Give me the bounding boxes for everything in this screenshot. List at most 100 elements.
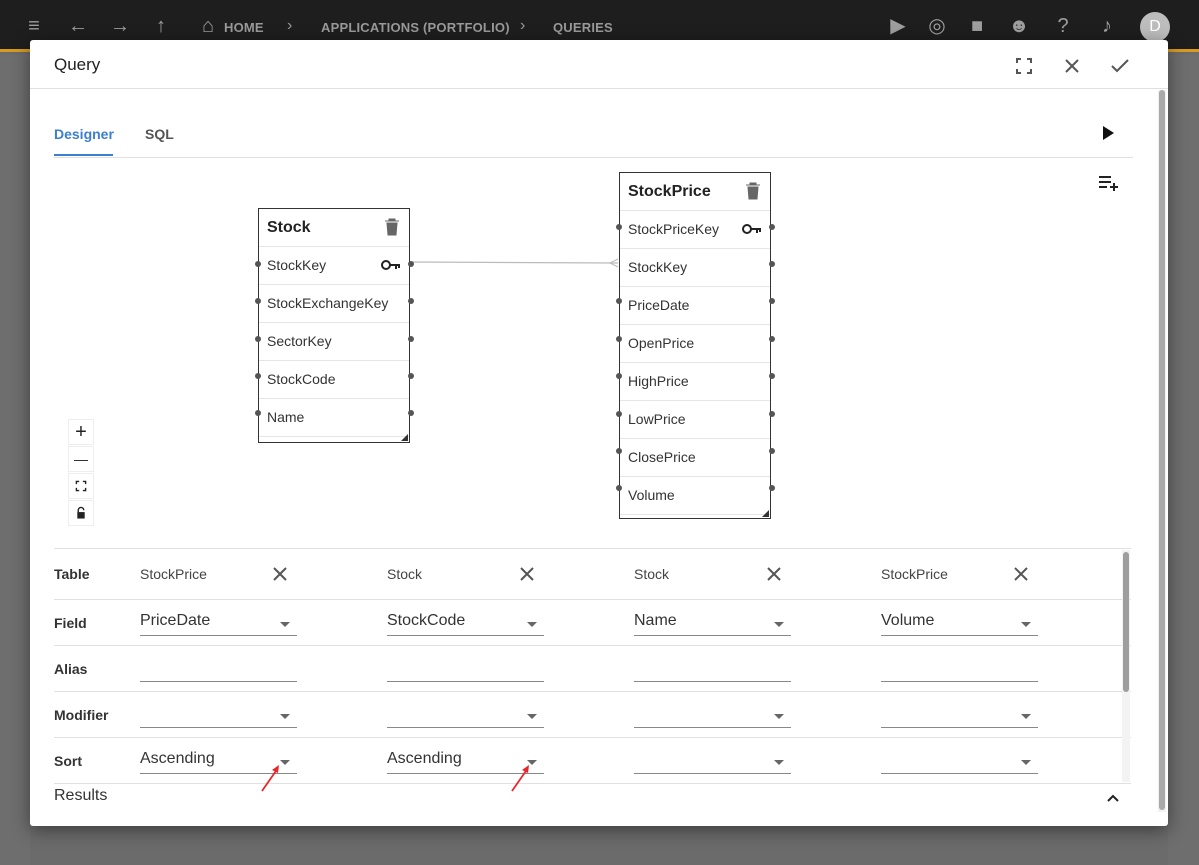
tab-sql[interactable]: SQL <box>145 126 174 142</box>
table-field[interactable]: ClosePrice <box>620 439 770 477</box>
field-name: StockKey <box>628 259 688 275</box>
connector-dot[interactable] <box>255 261 261 267</box>
remove-column-icon[interactable] <box>1012 565 1030 583</box>
table-field[interactable]: StockKey <box>259 247 409 285</box>
connector-dot[interactable] <box>769 448 775 454</box>
row-label-sort: Sort <box>54 753 82 769</box>
back-arrow-icon[interactable]: ← <box>66 14 90 38</box>
grid-scrollbar[interactable] <box>1122 550 1130 782</box>
connector-dot[interactable] <box>769 298 775 304</box>
dialog-scrollbar-thumb[interactable] <box>1159 90 1165 810</box>
sort-select[interactable] <box>881 746 1038 774</box>
remove-column-icon[interactable] <box>518 565 536 583</box>
breadcrumb-applications[interactable]: APPLICATIONS (PORTFOLIO) <box>321 20 510 35</box>
add-table-icon[interactable] <box>1098 174 1120 192</box>
connector-dot[interactable] <box>616 448 622 454</box>
avatar[interactable]: D <box>1140 12 1170 42</box>
alias-input[interactable] <box>387 654 544 682</box>
resize-handle[interactable] <box>401 434 408 441</box>
connector-dot[interactable] <box>769 336 775 342</box>
zoom-in-button[interactable]: + <box>68 419 94 445</box>
table-field[interactable]: Name <box>259 399 409 437</box>
lock-icon[interactable] <box>68 500 94 526</box>
table-field[interactable]: OpenPrice <box>620 325 770 363</box>
connector-dot[interactable] <box>616 224 622 230</box>
assistant-icon[interactable]: ☻ <box>1007 14 1031 38</box>
connector-dot[interactable] <box>769 261 775 267</box>
connector-dot[interactable] <box>255 336 261 342</box>
modifier-select[interactable] <box>140 700 297 728</box>
connector-dot[interactable] <box>408 261 414 267</box>
alias-input[interactable] <box>140 654 297 682</box>
table-field[interactable]: Volume <box>620 477 770 515</box>
connector-dot[interactable] <box>769 485 775 491</box>
field-select[interactable]: Name <box>634 608 791 636</box>
table-node-stockprice[interactable]: StockPrice StockPriceKey StockKey PriceD… <box>619 172 771 519</box>
connector-dot[interactable] <box>769 224 775 230</box>
help-icon[interactable]: ? <box>1051 14 1075 38</box>
grid-scrollbar-thumb[interactable] <box>1123 552 1129 692</box>
resize-handle[interactable] <box>762 510 769 517</box>
connector-dot[interactable] <box>255 410 261 416</box>
connector-dot[interactable] <box>408 298 414 304</box>
forward-arrow-icon[interactable]: → <box>108 14 132 38</box>
connector-dot[interactable] <box>408 410 414 416</box>
stop-icon[interactable]: ■ <box>965 14 989 38</box>
modifier-select[interactable] <box>387 700 544 728</box>
tab-designer[interactable]: Designer <box>54 126 114 142</box>
modifier-select[interactable] <box>881 700 1038 728</box>
fit-view-icon[interactable] <box>68 473 94 499</box>
results-label[interactable]: Results <box>54 787 107 805</box>
trash-icon[interactable] <box>384 218 400 236</box>
remove-column-icon[interactable] <box>271 565 289 583</box>
table-field[interactable]: StockPriceKey <box>620 211 770 249</box>
connector-dot[interactable] <box>408 373 414 379</box>
table-field[interactable]: PriceDate <box>620 287 770 325</box>
sort-select[interactable] <box>634 746 791 774</box>
connector-dot[interactable] <box>255 298 261 304</box>
check-icon[interactable] <box>1106 52 1134 80</box>
table-field[interactable]: LowPrice <box>620 401 770 439</box>
search-play-icon[interactable]: ◎ <box>925 14 949 38</box>
menu-icon[interactable]: ≡ <box>22 14 46 38</box>
breadcrumb-queries[interactable]: QUERIES <box>553 20 613 35</box>
play-icon[interactable]: ▶ <box>886 14 910 38</box>
chevron-up-icon[interactable] <box>1105 792 1121 804</box>
breadcrumb-home[interactable]: HOME <box>224 20 264 35</box>
table-field[interactable]: SectorKey <box>259 323 409 361</box>
modifier-select[interactable] <box>634 700 791 728</box>
field-select[interactable]: Volume <box>881 608 1038 636</box>
table-field[interactable]: StockKey <box>620 249 770 287</box>
relationship-line[interactable] <box>410 258 620 268</box>
field-select[interactable]: StockCode <box>387 608 544 636</box>
connector-dot[interactable] <box>616 298 622 304</box>
connector-dot[interactable] <box>769 411 775 417</box>
connector-dot[interactable] <box>616 336 622 342</box>
connector-dot[interactable] <box>616 411 622 417</box>
close-icon[interactable] <box>1058 52 1086 80</box>
alias-input[interactable] <box>881 654 1038 682</box>
column-table-name: StockPrice <box>881 566 948 582</box>
connector-dot[interactable] <box>408 336 414 342</box>
field-select[interactable]: PriceDate <box>140 608 297 636</box>
grid-divider <box>54 645 1131 646</box>
fullscreen-icon[interactable] <box>1010 52 1038 80</box>
background-panel <box>0 55 30 865</box>
connector-dot[interactable] <box>255 373 261 379</box>
run-query-icon[interactable] <box>1100 124 1116 142</box>
connector-dot[interactable] <box>616 485 622 491</box>
notification-bell-icon[interactable]: ♪ <box>1095 14 1119 38</box>
alias-input[interactable] <box>634 654 791 682</box>
home-icon[interactable]: ⌂ <box>196 14 220 38</box>
remove-column-icon[interactable] <box>765 565 783 583</box>
table-field[interactable]: StockExchangeKey <box>259 285 409 323</box>
table-field[interactable]: StockCode <box>259 361 409 399</box>
table-field[interactable]: HighPrice <box>620 363 770 401</box>
connector-dot[interactable] <box>769 373 775 379</box>
dialog-scrollbar[interactable] <box>1158 90 1166 812</box>
zoom-out-button[interactable]: — <box>68 446 94 472</box>
connector-dot[interactable] <box>616 373 622 379</box>
table-node-stock[interactable]: Stock StockKey StockExchangeKey SectorKe… <box>258 208 410 443</box>
trash-icon[interactable] <box>745 182 761 200</box>
up-arrow-icon[interactable]: ↑ <box>149 14 173 38</box>
